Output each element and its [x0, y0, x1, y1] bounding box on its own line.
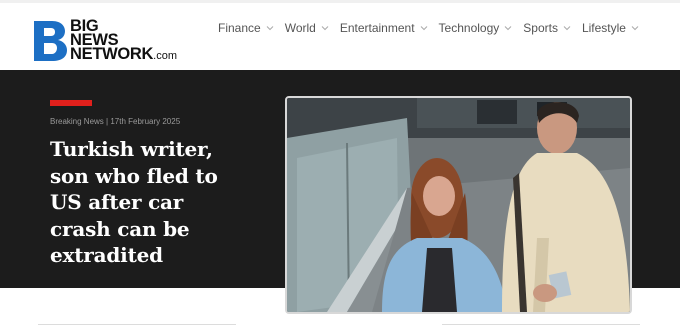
- article-image[interactable]: [285, 96, 632, 314]
- logo-line-network: NETWORK: [70, 45, 154, 63]
- nav-item-entertainment[interactable]: Entertainment: [340, 19, 429, 37]
- chevron-down-icon: [321, 26, 329, 31]
- category-accent-bar: [50, 100, 92, 106]
- nav-item-label: Sports: [523, 21, 558, 35]
- chevron-down-icon: [420, 26, 427, 31]
- article-headline[interactable]: Turkish writer, son who fled to US after…: [50, 136, 250, 269]
- headline-line: Turkish writer,: [50, 137, 213, 161]
- main-nav: Finance World Entertainment Technology S…: [218, 19, 650, 37]
- headline-line: crash can be: [50, 216, 190, 241]
- nav-item-label: Technology: [438, 21, 500, 35]
- hero-section: Breaking News | 17th February 2025 Turki…: [0, 70, 680, 314]
- site-header: BIG NEWS NETWORK.com Finance World Enter…: [0, 0, 680, 70]
- nav-item-lifestyle[interactable]: Lifestyle: [582, 19, 640, 37]
- logo-suffix: .com: [153, 50, 177, 62]
- nav-item-technology[interactable]: Technology: [439, 19, 514, 37]
- nav-item-world[interactable]: World: [285, 19, 330, 37]
- chevron-down-icon: [266, 26, 274, 31]
- headline-line: US after car: [50, 190, 184, 214]
- site-logo[interactable]: BIG NEWS NETWORK.com: [32, 18, 184, 69]
- cctv-still-illustration: [287, 98, 630, 312]
- chevron-down-icon: [504, 26, 512, 31]
- nav-item-label: Finance: [218, 21, 261, 35]
- nav-item-label: Lifestyle: [581, 21, 626, 35]
- section-divider: [38, 324, 236, 325]
- chevron-down-icon: [631, 26, 639, 31]
- chevron-down-icon: [563, 26, 571, 31]
- section-divider: [442, 324, 640, 325]
- article-meta: Breaking News | 17th February 2025: [50, 117, 181, 126]
- nav-item-label: World: [284, 21, 316, 35]
- nav-item-label: Entertainment: [339, 21, 415, 35]
- headline-line: extradited: [50, 243, 163, 267]
- nav-item-finance[interactable]: Finance: [218, 19, 275, 37]
- logo-b-icon: [32, 19, 68, 63]
- nav-item-sports[interactable]: Sports: [523, 19, 572, 37]
- headline-line: son who fled to: [50, 163, 218, 188]
